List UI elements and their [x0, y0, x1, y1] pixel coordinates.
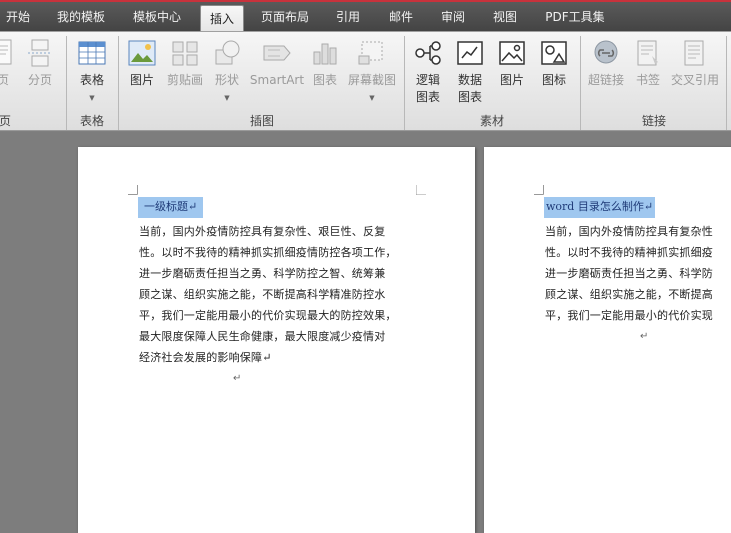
document-page-2[interactable]: word 目录怎么制作↵ 当前，国内外疫情防控具有复杂性 性。以时不我待的精神抓… — [484, 147, 731, 533]
heading-level-1[interactable]: word 目录怎么制作↵ — [544, 197, 656, 218]
empty-paragraph-mark: ↵ — [233, 373, 242, 384]
picture-icon — [128, 40, 156, 66]
shapes-icon — [215, 40, 240, 65]
chart-button[interactable]: 图表 — [308, 34, 342, 110]
page-break-button[interactable]: 分页 — [22, 34, 58, 110]
corner-mark-top-left — [128, 185, 138, 195]
corner-mark-top-right — [416, 185, 426, 195]
group-label-illustrations: 插图 — [249, 114, 274, 128]
hyperlink-icon — [594, 40, 618, 64]
smartart-icon — [263, 45, 291, 61]
picture-icon — [499, 41, 525, 65]
group-label-material: 素材 — [479, 114, 504, 128]
ribbon-separator — [118, 36, 119, 130]
smartart-button[interactable]: SmartArt — [246, 34, 308, 110]
group-label-links: 链接 — [641, 114, 666, 128]
cross-reference-button[interactable]: 交叉引用 — [668, 34, 722, 110]
clipart-button[interactable]: 剪贴画 — [162, 34, 208, 110]
body-paragraph[interactable]: 当前，国内外疫情防控具有复杂性 性。以时不我待的精神抓实抓细疫 进一步磨砺责任担… — [545, 221, 731, 326]
material-picture-button[interactable]: 图片 — [492, 34, 532, 110]
tab-home[interactable]: 开始 — [0, 4, 36, 31]
bookmark-icon — [637, 40, 658, 66]
page-button[interactable]: 页 — [0, 34, 20, 110]
screenshot-button[interactable]: 屏幕截图 ▼ — [344, 34, 400, 110]
page-icon — [0, 39, 12, 65]
heading-level-1[interactable]: 一级标题↵ — [138, 197, 204, 218]
body-paragraph[interactable]: 当前，国内外疫情防控具有复杂性、艰巨性、反复 性。以时不我待的精神抓实抓细疫情防… — [139, 221, 439, 368]
ribbon-separator — [580, 36, 581, 130]
group-label-pages: 页 — [0, 114, 11, 128]
chart-icon — [313, 43, 337, 65]
shapes-button[interactable]: 形状 ▼ — [208, 34, 246, 110]
chevron-down-icon: ▼ — [224, 94, 230, 102]
screenshot-icon — [358, 41, 383, 65]
tab-pdf-tools[interactable]: PDF工具集 — [536, 4, 614, 31]
tab-page-layout[interactable]: 页面布局 — [254, 4, 316, 31]
chevron-down-icon: ▼ — [369, 94, 375, 102]
ribbon-insert: 页 分页 页 表格 ▼ 表格 图片 剪贴画 形状 ▼ SmartArt 图表 屏… — [0, 31, 731, 131]
logic-chart-button[interactable]: 逻辑 图表 — [408, 34, 448, 110]
table-icon — [78, 41, 106, 65]
table-button[interactable]: 表格 ▼ — [70, 34, 114, 110]
ribbon-tab-bar: 开始 我的模板 模板中心 插入 页面布局 引用 邮件 审阅 视图 PDF工具集 — [0, 0, 731, 34]
tab-my-templates[interactable]: 我的模板 — [48, 4, 114, 31]
ribbon-separator — [404, 36, 405, 130]
icon-button[interactable]: 图标 — [534, 34, 574, 110]
data-chart-icon — [457, 41, 483, 65]
tab-references[interactable]: 引用 — [328, 4, 368, 31]
tab-mailings[interactable]: 邮件 — [380, 4, 422, 31]
cross-reference-icon — [684, 40, 704, 66]
logic-chart-icon — [415, 41, 441, 65]
tab-view[interactable]: 视图 — [484, 4, 526, 31]
chevron-down-icon: ▼ — [89, 94, 95, 102]
ribbon-separator — [726, 36, 727, 130]
data-chart-button[interactable]: 数据 图表 — [450, 34, 490, 110]
hyperlink-button[interactable]: 超链接 — [584, 34, 628, 110]
picture-button[interactable]: 图片 — [122, 34, 162, 110]
document-page-1[interactable]: 一级标题↵ 当前，国内外疫情防控具有复杂性、艰巨性、反复 性。以时不我待的精神抓… — [78, 147, 475, 533]
ribbon-separator — [66, 36, 67, 130]
group-label-tables: 表格 — [79, 114, 104, 128]
tab-template-center[interactable]: 模板中心 — [124, 4, 190, 31]
bookmark-button[interactable]: 书签 — [628, 34, 668, 110]
tab-insert[interactable]: 插入 — [200, 5, 244, 34]
icon-library-icon — [541, 41, 567, 65]
corner-mark-top-left — [534, 185, 544, 195]
clipart-icon — [172, 41, 198, 66]
page-break-icon — [28, 39, 52, 67]
empty-paragraph-mark: ↵ — [640, 331, 649, 342]
tab-review[interactable]: 审阅 — [432, 4, 474, 31]
